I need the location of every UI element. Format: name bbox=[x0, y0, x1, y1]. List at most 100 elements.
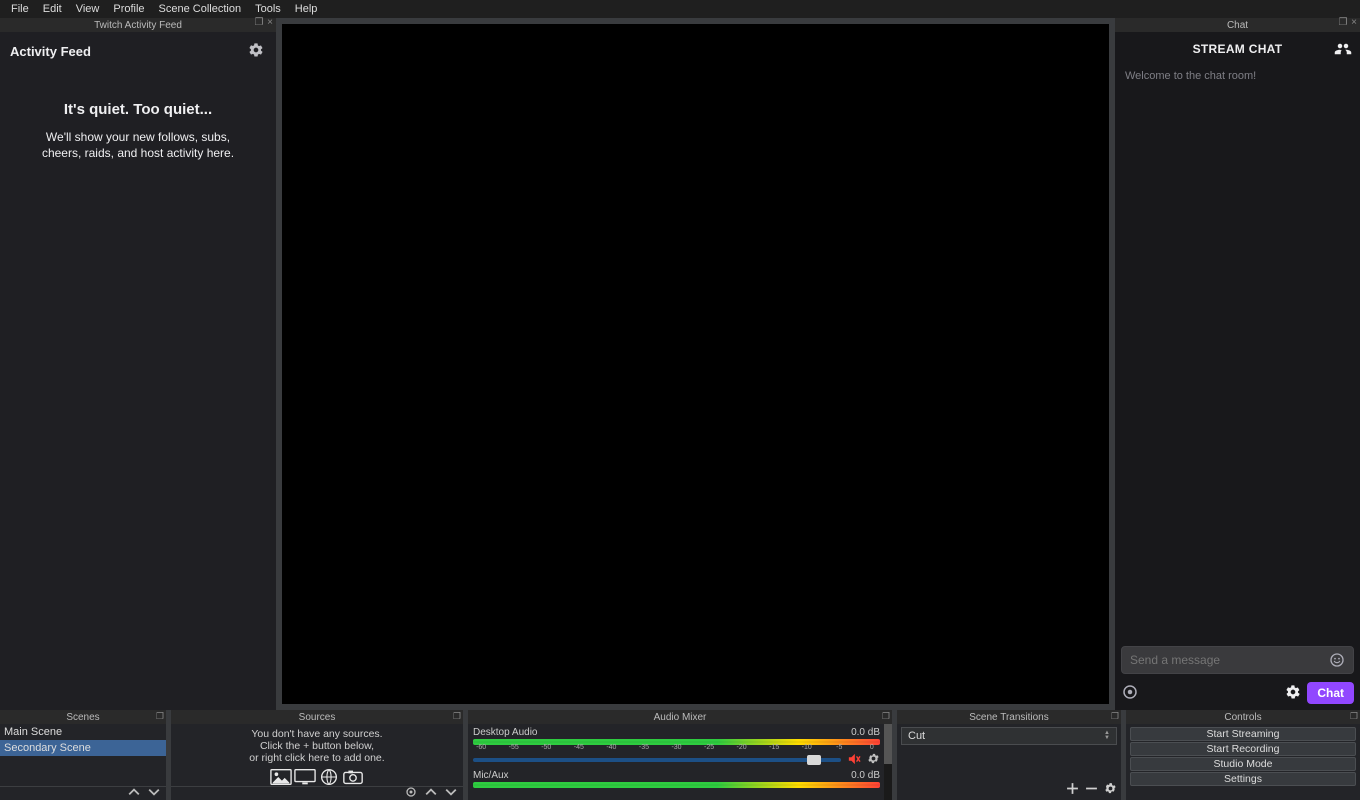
chat-input[interactable] bbox=[1130, 653, 1329, 667]
source-move-down-button[interactable] bbox=[445, 786, 457, 800]
start-recording-button[interactable]: Start Recording bbox=[1130, 742, 1356, 756]
dock-transitions-header[interactable]: Scene Transitions ❐ bbox=[897, 710, 1121, 724]
globe-icon bbox=[318, 768, 340, 786]
sources-toolbar bbox=[171, 786, 463, 800]
sources-empty-line3: or right click here to add one. bbox=[177, 752, 457, 764]
stream-chat-header: STREAM CHAT bbox=[1115, 32, 1360, 62]
transition-add-button[interactable] bbox=[1066, 782, 1079, 798]
activity-feed-empty-line1: We'll show your new follows, subs, bbox=[46, 130, 230, 144]
dock-controls-title: Controls bbox=[1224, 712, 1261, 723]
transition-selected: Cut bbox=[908, 730, 925, 742]
mixer-scrollbar[interactable] bbox=[884, 724, 892, 800]
dock-sources-header[interactable]: Sources ❐ bbox=[171, 710, 463, 724]
sources-empty-line2: Click the + button below, bbox=[177, 740, 457, 752]
activity-feed-empty: It's quiet. Too quiet... We'll show your… bbox=[0, 69, 276, 193]
dock-controls: Controls ❐ Start Streaming Start Recordi… bbox=[1126, 710, 1360, 800]
settings-button[interactable]: Settings bbox=[1130, 772, 1356, 786]
workspace: Twitch Activity Feed ❐ × Activity Feed I… bbox=[0, 18, 1360, 710]
chat-system-message: Welcome to the chat room! bbox=[1125, 70, 1350, 82]
dock-transitions-title: Scene Transitions bbox=[969, 712, 1049, 723]
mixer-channel-level: 0.0 dB bbox=[851, 770, 880, 781]
dock-scene-transitions: Scene Transitions ❐ Cut ▲▼ bbox=[897, 710, 1121, 800]
start-streaming-button[interactable]: Start Streaming bbox=[1130, 727, 1356, 741]
image-icon bbox=[270, 768, 292, 786]
chevron-updown-icon: ▲▼ bbox=[1104, 731, 1110, 741]
dock-sources-title: Sources bbox=[299, 712, 336, 723]
dock-scenes: Scenes ❐ Main Scene Secondary Scene bbox=[0, 710, 166, 800]
menu-help[interactable]: Help bbox=[288, 3, 325, 15]
dock-popout-icon[interactable]: ❐ bbox=[1338, 18, 1348, 28]
dock-popout-icon[interactable]: ❐ bbox=[453, 711, 461, 722]
source-move-up-button[interactable] bbox=[425, 786, 437, 800]
chat-settings-button[interactable] bbox=[1285, 684, 1301, 703]
studio-mode-button[interactable]: Studio Mode bbox=[1130, 757, 1356, 771]
chat-messages: Welcome to the chat room! bbox=[1115, 62, 1360, 641]
activity-feed-settings-button[interactable] bbox=[248, 42, 264, 61]
activity-feed-heading: Activity Feed bbox=[10, 44, 91, 59]
chat-users-button[interactable] bbox=[1334, 40, 1352, 61]
users-icon bbox=[1334, 40, 1352, 58]
dock-scenes-title: Scenes bbox=[66, 712, 99, 723]
dock-activity-feed-title: Twitch Activity Feed bbox=[94, 20, 182, 31]
menu-scene-collection[interactable]: Scene Collection bbox=[152, 3, 249, 15]
dock-popout-icon[interactable]: ❐ bbox=[1350, 711, 1358, 722]
scene-move-down-button[interactable] bbox=[148, 786, 160, 800]
sources-hint-icons bbox=[171, 768, 463, 786]
menu-file[interactable]: File bbox=[4, 3, 36, 15]
dock-activity-feed-header[interactable]: Twitch Activity Feed ❐ × bbox=[0, 18, 276, 32]
scene-item[interactable]: Secondary Scene bbox=[0, 740, 166, 756]
mixer-channel-mic-aux: Mic/Aux 0.0 dB bbox=[473, 770, 880, 788]
mixer-channel-level: 0.0 dB bbox=[851, 727, 880, 738]
transition-select[interactable]: Cut ▲▼ bbox=[901, 727, 1117, 745]
chat-input-box[interactable] bbox=[1121, 646, 1354, 674]
transition-remove-button[interactable] bbox=[1085, 782, 1098, 798]
mixer-ticks: -60-55-50-45-40-35-30-25-20-15-10-50 bbox=[473, 745, 880, 752]
emote-picker-icon[interactable] bbox=[1329, 652, 1345, 668]
dock-popout-icon[interactable]: ❐ bbox=[882, 711, 890, 722]
gear-icon bbox=[248, 42, 264, 58]
dock-popout-icon[interactable]: ❐ bbox=[1111, 711, 1119, 722]
mixer-mute-button[interactable] bbox=[847, 753, 861, 768]
menu-profile[interactable]: Profile bbox=[106, 3, 151, 15]
display-icon bbox=[294, 768, 316, 786]
scene-move-up-button[interactable] bbox=[128, 786, 140, 800]
scenes-toolbar bbox=[0, 786, 166, 800]
gear-icon bbox=[1285, 684, 1301, 700]
sources-empty-line1: You don't have any sources. bbox=[177, 728, 457, 740]
activity-feed-empty-title: It's quiet. Too quiet... bbox=[16, 101, 260, 118]
menu-tools[interactable]: Tools bbox=[248, 3, 288, 15]
menu-view[interactable]: View bbox=[69, 3, 107, 15]
dock-close-icon[interactable]: × bbox=[265, 18, 275, 28]
dock-chat-header[interactable]: Chat ❐ × bbox=[1115, 18, 1360, 32]
mixer-channel-desktop-audio: Desktop Audio 0.0 dB -60-55-50-45-40-35-… bbox=[473, 727, 880, 768]
camera-icon bbox=[342, 768, 364, 786]
dock-scenes-header[interactable]: Scenes ❐ bbox=[0, 710, 166, 724]
dock-chat-title: Chat bbox=[1227, 20, 1248, 31]
menu-edit[interactable]: Edit bbox=[36, 3, 69, 15]
bottom-docks: Scenes ❐ Main Scene Secondary Scene Sour… bbox=[0, 710, 1360, 800]
program-preview[interactable] bbox=[282, 24, 1109, 704]
chat-channel-points-button[interactable] bbox=[1121, 683, 1139, 704]
activity-feed-empty-line2: cheers, raids, and host activity here. bbox=[42, 146, 234, 160]
dock-mixer-header[interactable]: Audio Mixer ❐ bbox=[468, 710, 892, 724]
dock-popout-icon[interactable]: ❐ bbox=[156, 711, 164, 722]
dock-activity-feed: Twitch Activity Feed ❐ × Activity Feed I… bbox=[0, 18, 276, 710]
dock-close-icon[interactable]: × bbox=[1349, 18, 1359, 28]
dock-sources: Sources ❐ You don't have any sources. Cl… bbox=[171, 710, 463, 800]
menu-bar: File Edit View Profile Scene Collection … bbox=[0, 0, 1360, 18]
points-icon bbox=[1121, 683, 1139, 701]
mixer-volume-slider[interactable] bbox=[473, 758, 841, 762]
dock-controls-header[interactable]: Controls ❐ bbox=[1126, 710, 1360, 724]
mixer-meter bbox=[473, 782, 880, 788]
stream-chat-title: STREAM CHAT bbox=[1193, 42, 1283, 56]
chat-send-button[interactable]: Chat bbox=[1307, 682, 1354, 704]
transition-settings-button[interactable] bbox=[1104, 782, 1117, 798]
mixer-channel-name: Mic/Aux bbox=[473, 770, 509, 781]
dock-mixer-title: Audio Mixer bbox=[654, 712, 707, 723]
source-properties-button[interactable] bbox=[405, 786, 417, 800]
mixer-channel-settings-button[interactable] bbox=[867, 752, 880, 768]
scene-item[interactable]: Main Scene bbox=[0, 724, 166, 740]
dock-chat: Chat ❐ × STREAM CHAT Welcome to the chat… bbox=[1115, 18, 1360, 710]
mixer-channel-name: Desktop Audio bbox=[473, 727, 538, 738]
dock-popout-icon[interactable]: ❐ bbox=[254, 18, 264, 28]
